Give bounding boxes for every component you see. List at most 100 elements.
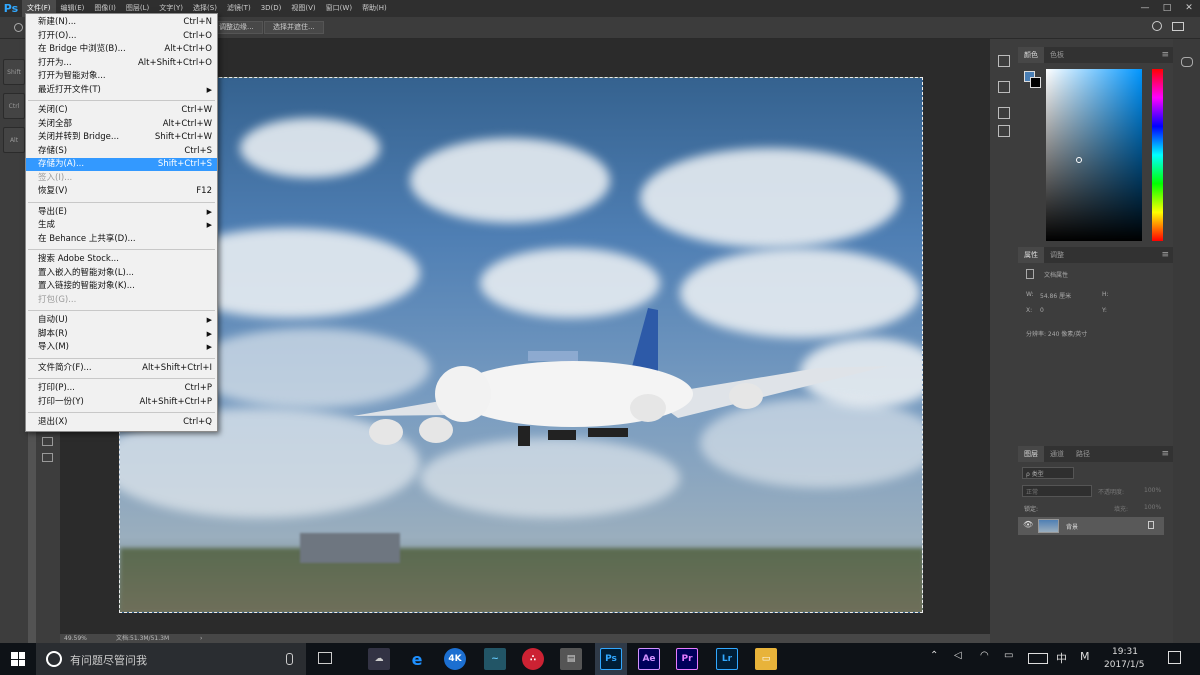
network-icon[interactable]: ◠ [980,650,989,661]
menu-9[interactable]: 窗口(W) [321,0,357,17]
clock-date[interactable]: 2017/1/5 [1104,660,1144,670]
task-view-icon[interactable] [318,652,332,664]
maximize-button[interactable]: □ [1156,0,1178,17]
app-icon[interactable]: ▤ [560,648,582,670]
search-box[interactable]: 有问题尽管问我 [36,643,306,675]
libraries-icon[interactable] [1181,57,1193,67]
tab-adjustments[interactable]: 调整 [1044,247,1070,263]
file-menu-item[interactable]: 关闭并转到 Bridge... Shift+Ctrl+W [26,131,217,144]
premiere-icon[interactable]: Pr [676,648,698,670]
color-field[interactable] [1046,69,1142,241]
panel-menu-icon[interactable]: ≡ [1161,47,1169,63]
file-menu-item[interactable]: 退出(X) Ctrl+Q [26,416,217,429]
background-swatch[interactable] [1030,77,1041,88]
windows-start-icon[interactable] [11,652,25,666]
file-menu-item[interactable]: 在 Bridge 中浏览(B)... Alt+Ctrl+O [26,43,217,56]
zoom-level[interactable]: 49.59% [64,634,87,643]
minimize-button[interactable]: — [1134,0,1156,17]
close-button[interactable]: ✕ [1178,0,1200,17]
file-menu-item[interactable]: 生成 ▶ [26,219,217,232]
document-canvas[interactable] [119,77,923,613]
alt-key-button[interactable]: Alt [3,127,25,153]
file-menu-item[interactable]: 打开(O)... Ctrl+O [26,30,217,43]
tab-properties[interactable]: 属性 [1018,247,1044,263]
ime-mode-indicator[interactable]: M [1080,650,1090,663]
history-icon[interactable] [998,55,1010,67]
menu-6[interactable]: 滤镜(T) [222,0,256,17]
file-menu-item[interactable]: 打开为... Alt+Shift+Ctrl+O [26,57,217,70]
layer-row-background[interactable]: 👁 背景 [1018,517,1164,535]
photoshop-taskbar-icon[interactable]: Ps [600,648,622,670]
file-menu-item[interactable]: 置入链接的智能对象(K)... [26,280,217,293]
opacity-value[interactable]: 100% [1144,487,1161,494]
tab-paths[interactable]: 路径 [1070,446,1096,462]
ime-indicator[interactable]: 中 [1056,650,1067,666]
clock-time[interactable]: 19:31 [1112,647,1138,657]
file-menu-item[interactable]: 关闭全部 Alt+Ctrl+W [26,118,217,131]
file-menu-item[interactable]: 置入嵌入的智能对象(L)... [26,267,217,280]
menu-10[interactable]: 帮助(H) [357,0,392,17]
character-icon[interactable] [998,81,1010,93]
battery-icon[interactable]: ▭ [1004,650,1013,661]
x-value[interactable]: 0 [1040,307,1044,314]
file-menu-item[interactable]: 存储(S) Ctrl+S [26,145,217,158]
file-menu-item[interactable]: 最近打开文件(T) ▶ [26,84,217,97]
brush-icon[interactable] [998,107,1010,119]
file-menu-item[interactable]: 打印(P)... Ctrl+P [26,382,217,395]
select-and-mask-button[interactable]: 选择并遮住... [264,21,324,34]
ctrl-key-button[interactable]: Ctrl [3,93,25,119]
aftereffects-icon[interactable]: Ae [638,648,660,670]
status-arrow[interactable]: › [200,634,202,643]
hue-slider[interactable] [1152,69,1163,241]
submenu-arrow-icon: ▶ [206,207,212,216]
visibility-eye-icon[interactable]: 👁 [1023,520,1033,529]
file-menu-item[interactable]: 文件简介(F)... Alt+Shift+Ctrl+I [26,362,217,375]
file-menu-item[interactable]: 脚本(R) ▶ [26,328,217,341]
screen-mode-icon[interactable] [42,437,53,446]
tray-chevron-icon[interactable]: ⌃ [930,650,938,661]
file-menu-item[interactable]: 打开为智能对象... [26,70,217,83]
volume-icon[interactable]: ◁ [954,650,962,661]
file-menu-item[interactable]: 存储为(A)... Shift+Ctrl+S [26,158,217,171]
brush-tool-icon[interactable] [14,23,23,32]
tab-swatches[interactable]: 色板 [1044,47,1070,63]
keyboard-icon[interactable] [1028,653,1048,664]
tab-color[interactable]: 颜色 [1018,47,1044,63]
workspace-icon[interactable] [1172,22,1184,31]
tab-layers[interactable]: 图层 [1018,446,1044,462]
layer-name[interactable]: 背景 [1066,522,1078,531]
notification-icon[interactable] [1168,651,1181,664]
file-menu-item[interactable]: 搜索 Adobe Stock... [26,253,217,266]
panel-menu-icon[interactable]: ≡ [1161,446,1169,462]
file-menu-item[interactable]: 打印一份(Y) Alt+Shift+Ctrl+P [26,396,217,409]
microphone-icon[interactable] [286,653,293,665]
w-value[interactable]: 54.86 厘米 [1040,291,1071,300]
fill-value[interactable]: 100% [1144,504,1161,511]
file-explorer-icon[interactable]: ▭ [755,648,777,670]
edge-icon[interactable]: e [406,648,428,670]
file-menu-item[interactable]: 导出(E) ▶ [26,206,217,219]
search-icon[interactable] [1152,21,1162,31]
app-icon[interactable]: ~ [484,648,506,670]
menu-8[interactable]: 视图(V) [286,0,320,17]
file-menu-item[interactable]: 自动(U) ▶ [26,314,217,327]
blend-mode-select[interactable]: 正常 [1022,485,1092,497]
resolution-label: 分辨率: 240 像素/英寸 [1026,331,1088,338]
file-menu-item[interactable]: 在 Behance 上共享(D)... [26,233,217,246]
file-menu-item[interactable]: 新建(N)... Ctrl+N [26,16,217,29]
color-picker-handle[interactable] [1076,157,1082,163]
quick-mask-icon[interactable] [42,453,53,462]
adjust-icon[interactable] [998,125,1010,137]
file-menu-item[interactable]: 关闭(C) Ctrl+W [26,104,217,117]
tab-channels[interactable]: 通道 [1044,446,1070,462]
layer-kind-filter[interactable]: ρ 类型 [1022,467,1074,479]
davinci-icon[interactable]: ∴ [522,648,544,670]
file-menu-item[interactable]: 导入(M) ▶ [26,341,217,354]
menu-7[interactable]: 3D(D) [256,0,287,17]
app-icon[interactable]: ☁ [368,648,390,670]
lightroom-icon[interactable]: Lr [716,648,738,670]
shift-key-button[interactable]: Shift [3,59,25,85]
panel-menu-icon[interactable]: ≡ [1161,247,1169,263]
file-menu-item[interactable]: 恢复(V) F12 [26,185,217,198]
4k-video-icon[interactable]: 4K [444,648,466,670]
